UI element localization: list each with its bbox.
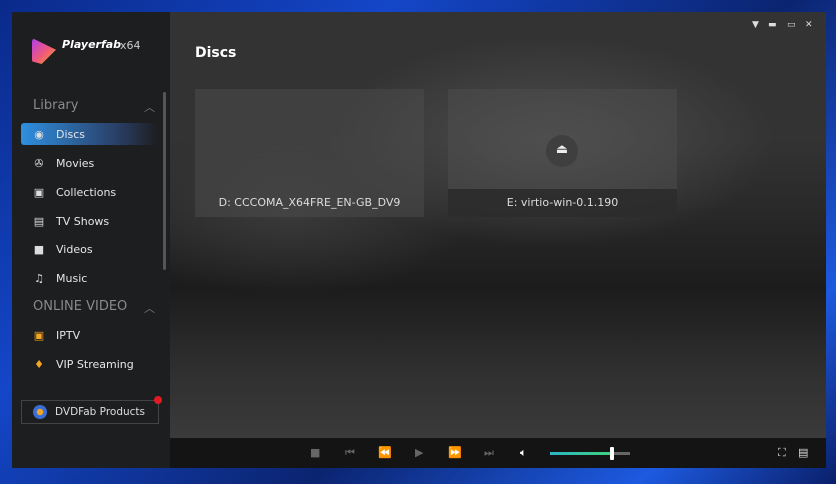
dvdfab-products-button[interactable]: DVDFab Products bbox=[21, 400, 159, 424]
fullscreen-icon[interactable]: ⛶ bbox=[778, 446, 786, 460]
iptv-icon: ▣ bbox=[33, 328, 45, 342]
sidebar-item-label: Music bbox=[56, 271, 88, 285]
collection-icon: ▣ bbox=[33, 185, 45, 199]
volume-fill bbox=[550, 452, 613, 455]
minimize-icon[interactable]: ▬ bbox=[768, 20, 777, 30]
tv-icon: ▤ bbox=[33, 214, 45, 228]
playerfab-logo-icon bbox=[32, 38, 56, 64]
sidebar-item-tv-shows[interactable]: ▤ TV Shows bbox=[21, 210, 158, 232]
online-collapse-icon[interactable]: ︿ bbox=[144, 300, 155, 316]
dvdfab-icon bbox=[33, 405, 47, 419]
diamond-icon: ♦ bbox=[34, 357, 44, 371]
close-icon[interactable]: ✕ bbox=[805, 20, 813, 30]
sidebar-item-label: Videos bbox=[56, 242, 93, 256]
sidebar-item-label: TV Shows bbox=[56, 214, 110, 228]
library-section-title: Library bbox=[33, 98, 79, 113]
play-icon[interactable]: ▶ bbox=[415, 446, 423, 459]
main-area bbox=[170, 12, 826, 438]
sidebar-item-label: VIP Streaming bbox=[56, 357, 134, 371]
sidebar-item-discs[interactable]: ◉ Discs bbox=[21, 123, 158, 145]
disc-label: E: virtio-win-0.1.190 bbox=[448, 189, 677, 217]
menu-icon[interactable]: ▼ bbox=[752, 20, 759, 30]
sidebar-item-label: IPTV bbox=[56, 328, 81, 342]
sidebar-item-videos[interactable]: ■ Videos bbox=[21, 238, 158, 260]
disc-label: D: CCCOMA_X64FRE_EN-GB_DV9 bbox=[218, 196, 401, 209]
music-note-icon: ♫ bbox=[34, 271, 44, 285]
playlist-icon[interactable]: ▤ bbox=[798, 446, 808, 459]
notification-dot bbox=[154, 396, 162, 404]
maximize-icon[interactable]: ▭ bbox=[787, 20, 796, 30]
library-collapse-icon[interactable]: ︿ bbox=[144, 99, 155, 115]
sidebar-item-music[interactable]: ♫ Music bbox=[21, 267, 158, 289]
products-label: DVDFab Products bbox=[55, 406, 146, 418]
sidebar-item-iptv[interactable]: ▣ IPTV bbox=[21, 324, 158, 346]
film-reel-icon: ✇ bbox=[34, 156, 44, 170]
disc-card-d[interactable]: D: CCCOMA_X64FRE_EN-GB_DV9 bbox=[195, 89, 424, 217]
disc-icon: ◉ bbox=[34, 127, 44, 141]
app-name: Playerfab bbox=[62, 38, 122, 51]
sidebar-item-vip-streaming[interactable]: ♦ VIP Streaming bbox=[21, 353, 158, 375]
sidebar-item-label: Discs bbox=[56, 127, 86, 141]
sidebar-item-movies[interactable]: ✇ Movies bbox=[21, 152, 158, 174]
page-title: Discs bbox=[195, 45, 237, 61]
previous-icon[interactable]: ⏮ bbox=[345, 446, 355, 460]
next-icon[interactable]: ⏭ bbox=[484, 446, 494, 460]
sidebar-item-label: Collections bbox=[56, 185, 117, 199]
eject-icon[interactable]: ⏏ bbox=[546, 135, 578, 167]
app-arch: x64 bbox=[120, 39, 141, 52]
stop-icon[interactable]: ■ bbox=[310, 446, 320, 459]
player-controls: ■ ⏮ ⏪ ▶ ⏩ ⏭ 🔈︎ ⛶ ▤ bbox=[170, 438, 826, 468]
rewind-icon[interactable]: ⏪ bbox=[378, 446, 392, 459]
fast-forward-icon[interactable]: ⏩ bbox=[448, 446, 462, 459]
disc-card-e[interactable]: ⏏ E: virtio-win-0.1.190 bbox=[448, 89, 677, 217]
online-video-section-title: ONLINE VIDEO bbox=[33, 299, 128, 314]
volume-knob[interactable] bbox=[610, 447, 615, 460]
sidebar-item-label: Movies bbox=[56, 156, 95, 170]
sidebar-scrollbar[interactable] bbox=[163, 92, 166, 270]
volume-icon[interactable]: 🔈︎ bbox=[520, 446, 527, 460]
sidebar-item-collections[interactable]: ▣ Collections bbox=[21, 181, 158, 203]
app-window: Playerfab x64 Library ︿ ◉ Discs ✇ Movies ▣… bbox=[12, 12, 826, 468]
sidebar: Playerfab x64 Library ︿ ◉ Discs ✇ Movies ▣… bbox=[12, 12, 170, 468]
video-camera-icon: ■ bbox=[33, 242, 45, 256]
volume-slider[interactable] bbox=[550, 447, 630, 460]
